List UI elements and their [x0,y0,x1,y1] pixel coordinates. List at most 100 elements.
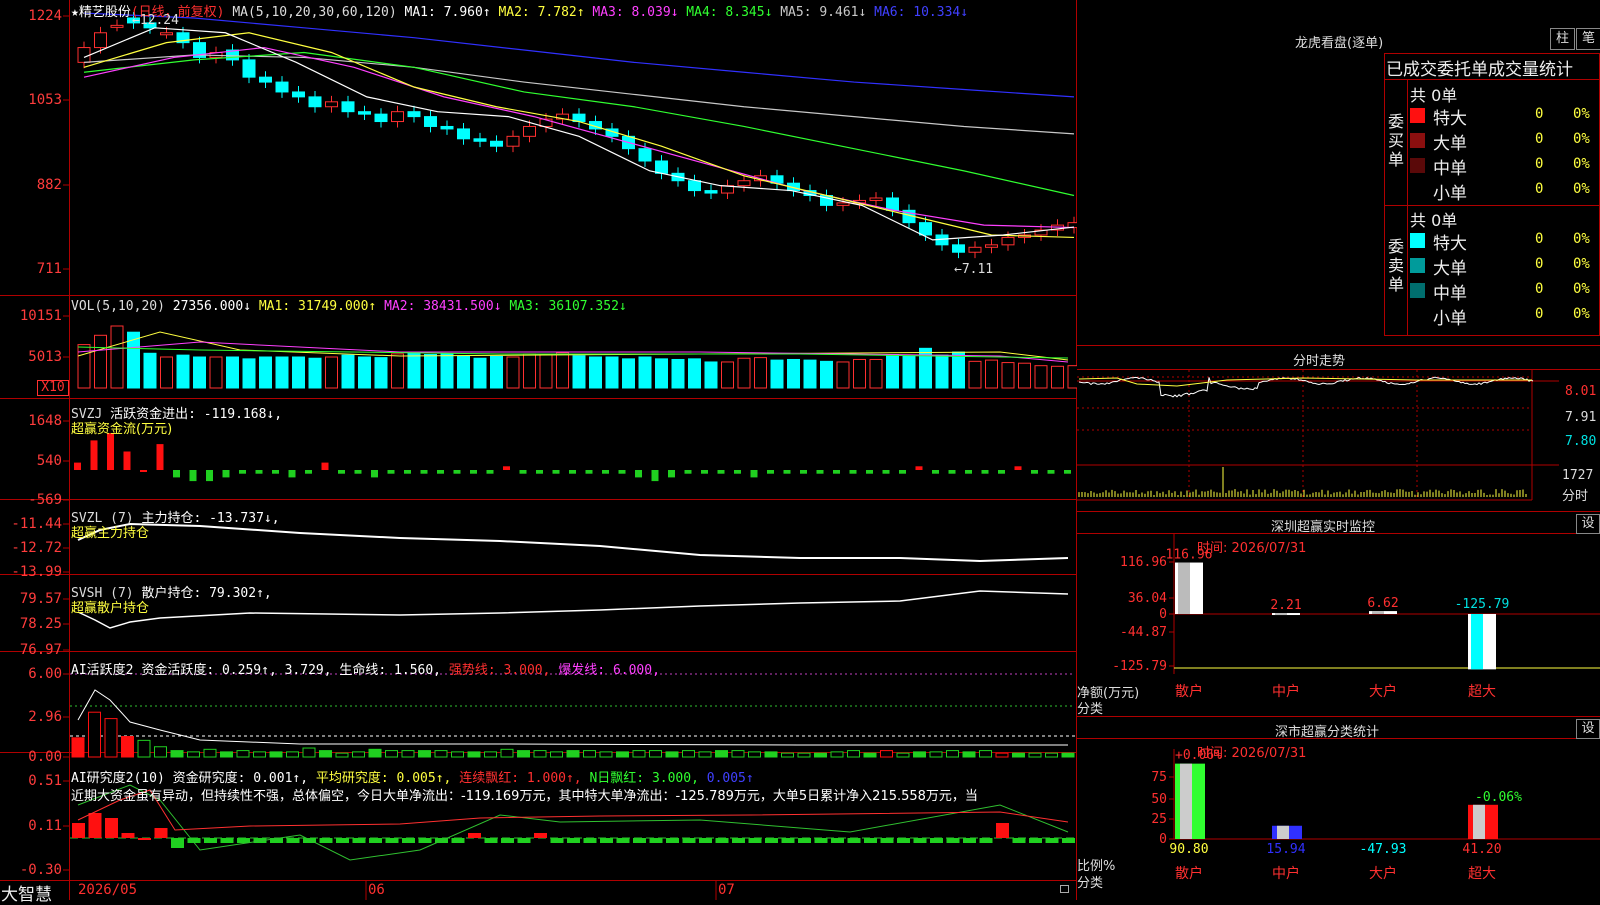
monitor-settings-button[interactable]: 设 [1576,514,1600,534]
activity-bar [683,751,695,757]
research-bar [138,838,151,840]
capital-flow-bar [751,470,758,477]
research-bar [584,838,597,843]
order-row-count: 0 [1535,156,1543,172]
price-header: ★精艺股份(日线，前复权) MA(5,10,20,30,60,120) MA1:… [71,1,968,20]
price-candle [260,77,272,82]
activity-bar [254,752,266,757]
activity-bar [914,752,926,757]
research-bar [122,833,135,838]
classify-settings-button[interactable]: 设 [1576,719,1600,739]
volume-bar [557,353,569,388]
price-candle [524,126,536,136]
volume-bar [474,358,486,388]
low-marker: ←7.11 [954,262,993,277]
research-bar [864,838,877,843]
volume-bar [722,362,734,388]
volume-bar [986,360,998,388]
volume-bar [293,357,305,388]
volume-bar [1002,363,1014,388]
bar-mode-button[interactable]: 柱 [1550,28,1575,50]
research-bar [105,818,118,838]
intraday-chart[interactable] [1077,370,1600,511]
activity-bar [188,752,200,757]
research-bar [683,838,696,843]
price-candle [78,48,90,63]
activity-bar [518,751,530,757]
monitor-category-label: 中户 [1272,683,1300,700]
volume-bar [755,358,767,388]
activity-bar [732,751,744,757]
research-bar [204,838,217,843]
volume-bar [1019,363,1031,388]
color-swatch [1410,158,1425,173]
volume-bar [276,357,288,388]
activity-bar [155,747,167,757]
volume-bar [887,355,899,388]
monitor-title: 深圳超赢实时监控 [1271,516,1375,535]
capital-flow-bar [1048,470,1055,474]
classify-value-label: 41.20 [1462,842,1501,857]
monitor-chart: 116.96 36.040 -44.87 -125.79 116.96 散户 2.21 中户 6… [1077,534,1600,716]
monitor-bar-shade [1471,614,1483,669]
activity-bar [534,751,546,757]
classify-category-label: 散户 [1175,865,1203,882]
capital-flow-bar [289,470,296,477]
lock-icon[interactable] [1060,885,1069,893]
order-row-pct: 0% [1573,156,1590,172]
date-axis-label: 2026/05 [78,882,137,898]
main-chart-area[interactable]: 1224 1053 882 711 10151 5013 X10 1648 54… [0,0,1077,900]
order-row-count: 0 [1535,281,1543,297]
price-axis-label: 1053 [0,92,62,108]
intraday-title[interactable]: 分时走势 [1293,350,1345,369]
activity-bar [815,753,827,757]
research-bar [815,838,828,843]
volume-bar [260,357,272,388]
research-bar [221,838,234,843]
capital-flow-bar [850,470,857,474]
ma2-value: MA2: 7.782↑ [498,5,584,20]
volume-bar [837,362,849,388]
research-bar [617,838,630,843]
brand-logo[interactable]: 大智慧 [1,880,52,905]
activity-bar [303,748,315,757]
volume-bar [656,359,668,388]
capital-flow-bar [355,470,362,474]
volume-unit-badge[interactable]: X10 [37,380,69,396]
capital-flow-bar [74,463,81,470]
ai-active-axis-label: 2.96 [0,709,62,725]
order-row-label: 小单 [1433,179,1467,204]
research-bar [881,838,894,843]
price-candle [969,247,981,252]
volume-bar [441,354,453,388]
capital-flow-bar [404,470,411,474]
date-axis-label: 07 [718,882,735,898]
research-bar [287,838,300,843]
monitor-axis-label: 36.04 [1128,591,1167,606]
capital-flow-bar [1015,466,1022,470]
activity-bar [567,751,579,757]
activity-bar [798,753,810,757]
stock-name[interactable]: 精艺股份 [79,5,131,20]
volume-bar [243,359,255,388]
svzj-axis-label: 540 [0,453,62,469]
price-candle [474,139,486,141]
research-bar [716,838,729,843]
research-bar [353,838,366,843]
research-bar [567,838,580,843]
classify-chart: 75 50 25 090.80 散户 15.94 中户 -47.93 大户 41.20 超大 +0.0… [1077,739,1600,900]
volume-bar [540,355,552,388]
price-candle [276,82,288,92]
order-row-count: 0 [1535,131,1543,147]
volume-axis-label: 10151 [0,308,62,324]
activity-bar [699,752,711,757]
activity-bar [584,751,596,757]
volume-bar [969,361,981,388]
research-bar [963,838,976,843]
capital-flow-bar [503,466,510,470]
star-icon[interactable]: ★ [71,5,79,20]
pen-mode-button[interactable]: 笔 [1576,28,1600,50]
svzl-axis-label: -12.72 [0,540,62,556]
price-candle [161,33,173,35]
chart-drawing-layer [0,0,1077,900]
